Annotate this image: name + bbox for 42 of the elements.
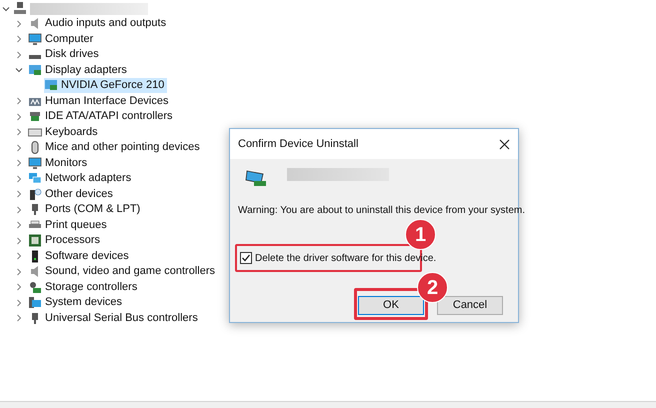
tree-item[interactable]: Keyboards <box>28 124 101 140</box>
computer-icon <box>13 2 27 15</box>
graphics-card-icon <box>28 64 42 77</box>
monitor-icon <box>28 156 42 170</box>
tree-item[interactable]: NVIDIA GeForce 210 <box>44 78 168 94</box>
monitor-icon <box>28 32 42 46</box>
tree-item[interactable]: Display adapters <box>28 62 130 78</box>
graphics-card-icon <box>44 79 58 92</box>
folder-icon <box>28 296 42 310</box>
tree-item[interactable]: Storage controllers <box>28 280 140 295</box>
tree-item[interactable]: Disk drives <box>28 47 102 62</box>
tree-item[interactable]: Universal Serial Bus controllers <box>28 310 201 326</box>
tree-item[interactable]: Processors <box>28 233 104 248</box>
warning-text: Warning: You are about to uninstall this device from your system. <box>238 204 525 217</box>
cancel-button[interactable]: Cancel <box>437 296 503 315</box>
chevron-down-icon[interactable] <box>15 66 23 74</box>
tree-item[interactable]: Ports (COM & LPT) <box>28 202 144 218</box>
chevron-down-icon[interactable] <box>2 4 10 12</box>
tree-item[interactable]: Mice and other pointing devices <box>28 140 203 156</box>
checkmark-icon <box>241 253 251 263</box>
tree-item[interactable]: Monitors <box>28 156 90 171</box>
controller-icon <box>28 110 42 124</box>
tree-item[interactable]: Software devices <box>28 248 132 264</box>
ok-button[interactable]: OK <box>358 296 424 315</box>
drive-icon <box>29 55 41 60</box>
tree-item[interactable]: IDE ATA/ATAPI controllers <box>28 109 176 124</box>
close-icon[interactable] <box>499 138 510 150</box>
unknown-device-icon <box>28 188 42 201</box>
storage-icon <box>28 280 42 294</box>
tree-item[interactable]: Audio inputs and outputs <box>28 16 170 32</box>
tree-item[interactable]: Network adapters <box>28 171 134 186</box>
tree-item[interactable]: Human Interface Devices <box>28 94 172 109</box>
processor-icon <box>28 234 42 248</box>
tree-item[interactable]: Sound, video and game controllers <box>28 264 218 280</box>
dialog-title: Confirm Device Uninstall <box>238 136 358 152</box>
tree-item[interactable]: System devices <box>28 295 126 310</box>
checkbox[interactable] <box>240 252 252 264</box>
tree-item[interactable]: Other devices <box>28 186 116 202</box>
tree-item[interactable]: Print queues <box>28 218 110 233</box>
keyboard-icon <box>28 126 42 139</box>
tree-item[interactable]: Computer <box>28 32 96 47</box>
network-icon <box>28 172 42 186</box>
